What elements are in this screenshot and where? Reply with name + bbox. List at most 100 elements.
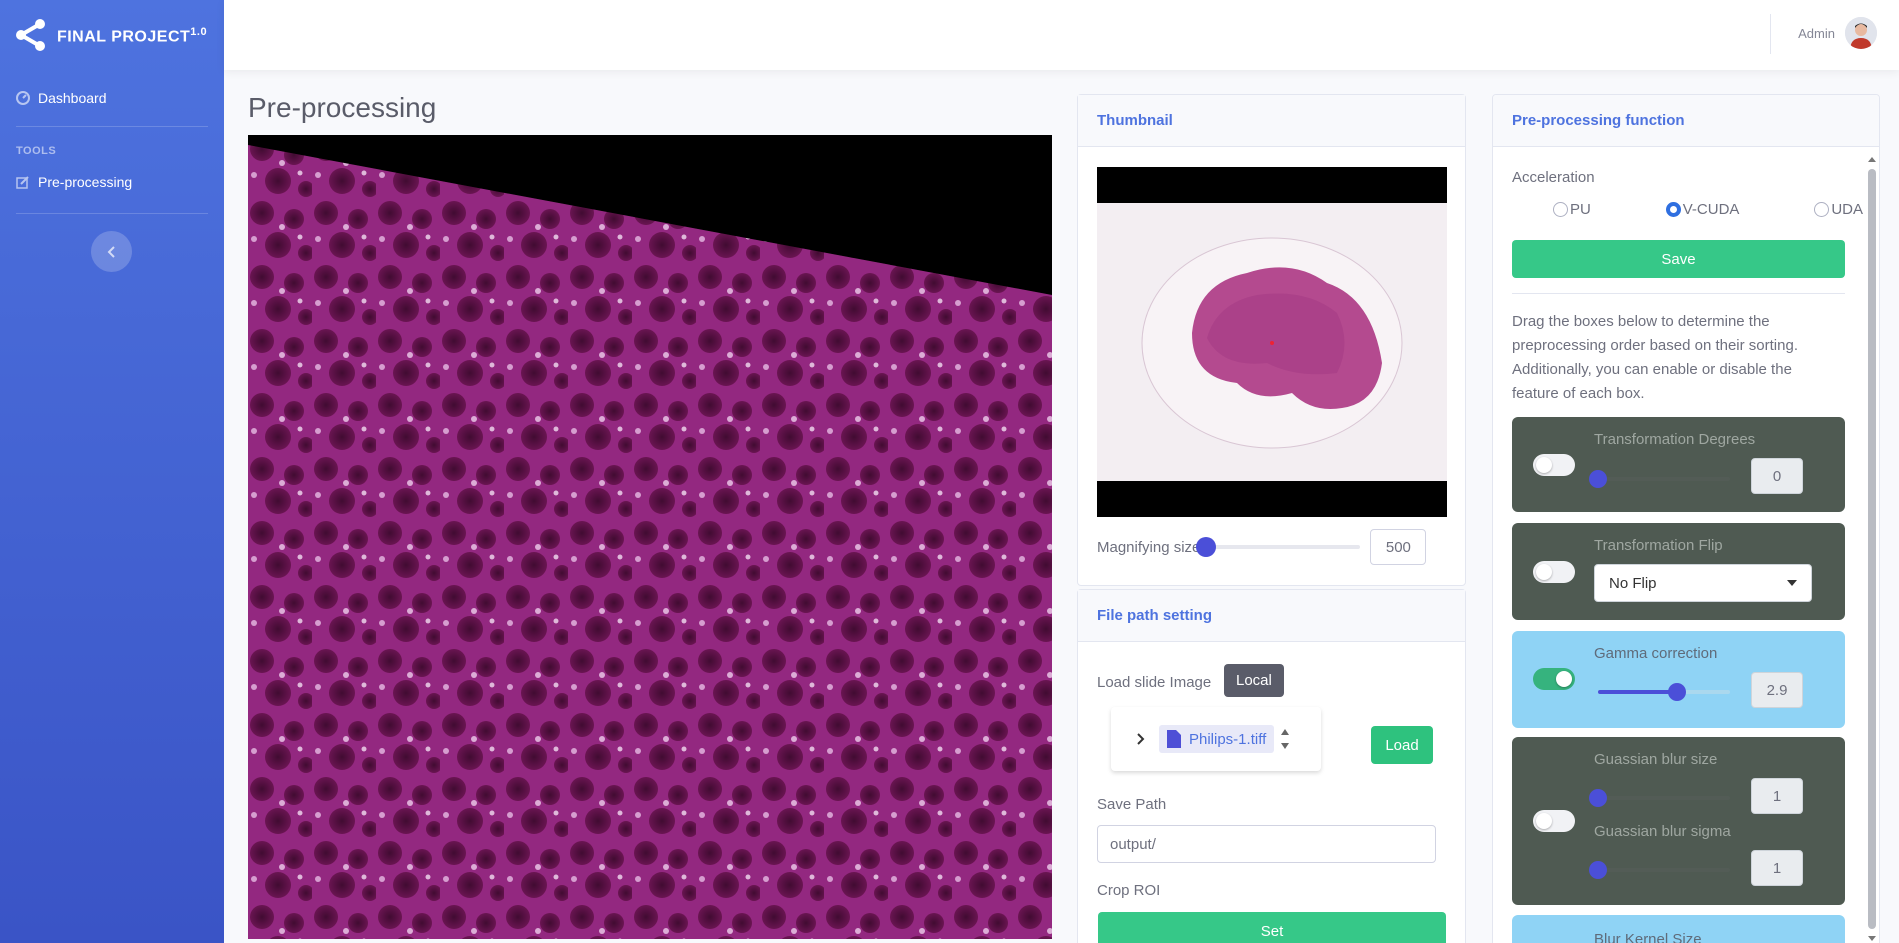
box-gamma-correction[interactable]: Gamma correction 2.9 — [1512, 631, 1845, 728]
edit-icon — [16, 176, 29, 189]
thumbnail-tissue — [1141, 237, 1403, 449]
blur-size-input[interactable]: 1 — [1751, 778, 1803, 814]
user-menu[interactable]: Admin — [1798, 17, 1877, 49]
radio-cv-cuda-label: V-CUDA — [1682, 201, 1740, 218]
save-button[interactable]: Save — [1512, 240, 1845, 278]
save-path-input[interactable]: output/ — [1097, 825, 1436, 863]
divider — [1512, 293, 1845, 294]
brand-name: FINAL PROJECT1.0 — [48, 21, 224, 48]
user-name: Admin — [1798, 25, 1835, 41]
scroll-down-icon[interactable] — [1868, 935, 1876, 943]
flip-label: Transformation Flip — [1594, 537, 1723, 554]
degrees-slider[interactable] — [1589, 470, 1730, 488]
flip-select[interactable]: No Flip — [1594, 564, 1812, 602]
avatar-image — [1845, 17, 1877, 49]
toggle-knob — [1536, 564, 1552, 580]
magnify-slider[interactable] — [1196, 537, 1361, 557]
radio-cuda[interactable]: UDA — [1814, 201, 1863, 218]
box-transformation-degrees[interactable]: Transformation Degrees 0 — [1512, 417, 1845, 512]
radio-cv-cuda[interactable]: V-CUDA — [1665, 201, 1740, 218]
sidebar-toggle-button[interactable] — [91, 231, 132, 272]
radio-cuda-label: UDA — [1831, 201, 1863, 218]
gamma-slider[interactable] — [1598, 683, 1730, 701]
flip-toggle[interactable] — [1533, 561, 1575, 583]
magnify-slider-knob[interactable] — [1196, 537, 1217, 557]
file-name: Philips-1.tiff — [1189, 730, 1267, 748]
page-title: Pre-processing — [248, 92, 437, 123]
file-path-card-header: File path setting — [1078, 590, 1465, 642]
gamma-slider-knob[interactable] — [1668, 683, 1687, 701]
sidebar-item-label: Dashboard — [38, 90, 107, 106]
magnify-row: Magnifying size 500 — [1097, 529, 1447, 565]
toggle-knob — [1556, 671, 1572, 687]
order-hint: Drag the boxes below to determine the pr… — [1512, 313, 1798, 402]
avatar — [1845, 17, 1877, 49]
magnify-label: Magnifying size — [1097, 538, 1201, 556]
scrollbar-thumb[interactable] — [1868, 169, 1876, 929]
gamma-toggle[interactable] — [1533, 668, 1575, 690]
set-button[interactable]: Set — [1098, 912, 1446, 943]
save-path-label: Save Path — [1097, 796, 1167, 813]
file-item[interactable]: Philips-1.tiff — [1159, 725, 1275, 753]
blur-size-slider[interactable] — [1589, 789, 1730, 807]
degrees-toggle[interactable] — [1533, 454, 1575, 476]
degrees-label: Transformation Degrees — [1594, 431, 1756, 448]
blur-size-label: Guassian blur size — [1594, 751, 1718, 768]
flip-select-value: No Flip — [1609, 574, 1657, 592]
preprocessing-card-header: Pre-processing function — [1493, 95, 1879, 147]
brand-title: FINAL PROJECT — [56, 28, 191, 46]
radio-cpu-dot[interactable] — [1553, 202, 1568, 217]
sidebar-item-preprocessing[interactable]: Pre-processing — [0, 163, 224, 201]
blur-sigma-slider[interactable] — [1589, 861, 1730, 879]
sidebar: FINAL PROJECT1.0 Dashboard TOOLS Pre-pro… — [0, 0, 224, 943]
share-logo-icon — [16, 19, 45, 51]
acceleration-label: Acceleration — [1512, 169, 1595, 186]
blur-sigma-label: Guassian blur sigma — [1594, 823, 1731, 840]
sidebar-item-dashboard[interactable]: Dashboard — [0, 70, 224, 126]
sidebar-item-label: Pre-processing — [38, 174, 133, 190]
load-button[interactable]: Load — [1371, 726, 1433, 764]
magnify-value-input[interactable]: 500 — [1370, 529, 1427, 565]
radio-cuda-dot[interactable] — [1814, 202, 1830, 217]
sort-icon[interactable] — [1280, 726, 1290, 752]
box-transformation-flip[interactable]: Transformation Flip No Flip — [1512, 523, 1845, 620]
slide-viewer[interactable] — [248, 135, 1052, 939]
toggle-knob — [1536, 813, 1552, 829]
brand-version: 1.0 — [190, 26, 208, 39]
blur-sigma-input[interactable]: 1 — [1751, 850, 1803, 886]
crop-roi-label: Crop ROI — [1097, 882, 1161, 899]
thumbnail-card: Thumbnail Magnifying size 500 — [1077, 94, 1466, 586]
radio-cpu-label: PU — [1570, 201, 1591, 218]
local-button[interactable]: Local — [1224, 664, 1284, 697]
box-gaussian-blur[interactable]: Guassian blur size 1 Guassian blur sigma… — [1512, 737, 1845, 905]
blur-toggle[interactable] — [1533, 810, 1575, 832]
file-path-card: File path setting Load slide Image Local… — [1077, 589, 1466, 943]
sidebar-divider — [16, 213, 208, 214]
blur-size-slider-knob[interactable] — [1589, 789, 1607, 807]
file-icon — [1167, 730, 1181, 748]
preprocessing-scrollbar[interactable] — [1868, 155, 1876, 943]
thumbnail-card-header: Thumbnail — [1078, 95, 1465, 147]
box-blur-kernel[interactable]: Blur Kernel Size — [1512, 915, 1845, 943]
brand[interactable]: FINAL PROJECT1.0 — [0, 0, 224, 70]
thumbnail-image[interactable] — [1097, 167, 1447, 517]
dashboard-icon — [16, 91, 30, 105]
sidebar-heading-tools: TOOLS — [16, 145, 57, 157]
caret-down-icon — [1787, 580, 1797, 586]
slide-image — [248, 135, 1052, 939]
topbar-divider — [1770, 14, 1771, 54]
chevron-left-icon — [107, 245, 115, 258]
blur-sigma-slider-knob[interactable] — [1589, 861, 1607, 879]
degrees-slider-knob[interactable] — [1589, 470, 1607, 488]
radio-cv-cuda-dot[interactable] — [1665, 202, 1681, 217]
radio-cpu[interactable]: PU — [1553, 201, 1591, 218]
gamma-value-input[interactable]: 2.9 — [1751, 672, 1803, 708]
file-tree[interactable]: Philips-1.tiff — [1111, 707, 1321, 771]
scroll-up-icon[interactable] — [1868, 155, 1876, 163]
gamma-label: Gamma correction — [1594, 645, 1718, 662]
toggle-knob — [1536, 457, 1552, 473]
topbar: Admin — [224, 0, 1899, 70]
chevron-right-icon[interactable] — [1135, 732, 1145, 746]
preprocessing-card: Pre-processing function Acceleration PU … — [1492, 94, 1880, 943]
degrees-value-input[interactable]: 0 — [1751, 458, 1803, 494]
